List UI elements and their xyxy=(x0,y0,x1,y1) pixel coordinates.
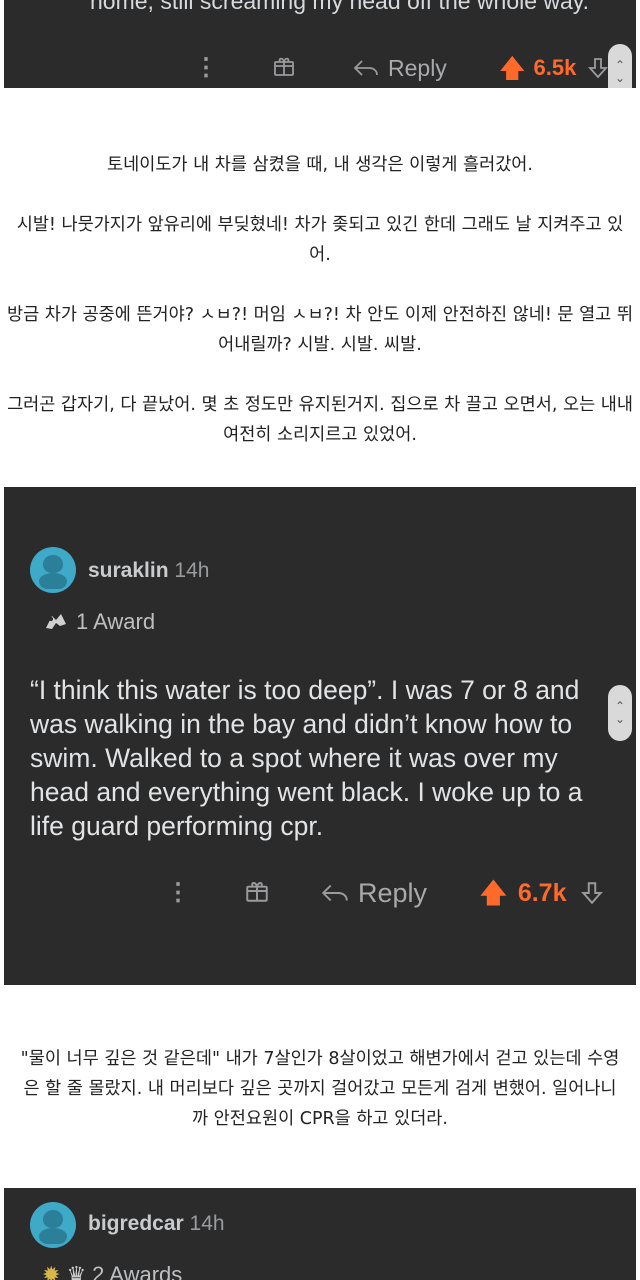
translation-paragraph: "물이 너무 깊은 것 같은데" 내가 7살인가 8살이었고 해변가에서 걷고 … xyxy=(20,1049,620,1129)
comment-author-line: suraklin 14h xyxy=(88,559,209,583)
upvote-arrow-icon[interactable]: 🡅 xyxy=(479,879,508,907)
comment-card-2: suraklin 14h 1 Award “I think this water… xyxy=(4,487,636,985)
award-row[interactable]: 1 Award xyxy=(42,609,155,635)
reply-button[interactable]: Reply xyxy=(320,878,427,909)
comment-card-1: home, still screaming my head off the wh… xyxy=(4,0,636,88)
translation-paragraph: 토네이도가 내 차를 삼켰을 때, 내 생각은 이렇게 흘러갔어. xyxy=(107,155,533,175)
comment-body: “I think this water is too deep”. I was … xyxy=(30,675,583,841)
comment-author-line: bigredcar 14h xyxy=(88,1212,225,1236)
upvote-arrow-icon[interactable]: 🡅 xyxy=(499,55,526,81)
reply-arrow-icon xyxy=(353,60,378,76)
award-icon: ♛ xyxy=(66,1262,87,1280)
vote-score: 6.7k xyxy=(517,878,567,907)
downvote-arrow-icon[interactable] xyxy=(586,56,610,80)
sun-award-icon: ✹ xyxy=(42,1262,61,1280)
scroll-handle[interactable]: ⌃ ⌄ xyxy=(608,44,632,88)
comment-action-bar: ⋮ Reply 🡅 6.5k xyxy=(194,52,634,84)
gift-award-icon[interactable] xyxy=(272,54,296,83)
gift-award-icon[interactable] xyxy=(244,878,270,909)
comment-action-bar: ⋮ Reply 🡅 6.7k xyxy=(166,875,626,911)
reply-arrow-icon xyxy=(321,884,348,902)
downvote-arrow-icon[interactable] xyxy=(579,880,605,906)
comment-text: home, still screaming my head off the wh… xyxy=(90,0,589,14)
translation-block-2: "물이 너무 깊은 것 같은데" 내가 7살인가 8살이었고 해변가에서 걷고 … xyxy=(0,1044,640,1164)
award-count: 2 Awards xyxy=(92,1262,183,1280)
reply-label: Reply xyxy=(358,877,428,908)
translation-paragraph: 방금 차가 공중에 뜬거야? ㅅㅂ?! 머임 ㅅㅂ?! 차 안도 이제 안전하진… xyxy=(7,305,633,355)
translation-paragraph: 시발! 나뭇가지가 앞유리에 부딪혔네! 차가 좆되고 있긴 한데 그래도 날 … xyxy=(16,215,624,265)
scroll-handle[interactable]: ⌃ ⌄ xyxy=(608,685,632,741)
translation-paragraph: 그러곤 갑자기, 다 끝났어. 몇 초 정도만 유지된거지. 집으로 차 끌고 … xyxy=(7,395,633,445)
translation-block-1: 토네이도가 내 차를 삼켰을 때, 내 생각은 이렇게 흘러갔어. 시발! 나뭇… xyxy=(0,150,640,480)
comment-time: 14h xyxy=(189,1212,225,1235)
more-options-icon[interactable]: ⋮ xyxy=(166,881,190,905)
award-icon xyxy=(46,614,66,629)
award-count: 1 Award xyxy=(76,609,156,634)
avatar[interactable] xyxy=(30,547,76,593)
reply-label: Reply xyxy=(388,54,447,81)
username[interactable]: bigredcar xyxy=(88,1212,184,1235)
comment-card-3: bigredcar 14h ✹ ♛ 2 Awards xyxy=(4,1188,636,1280)
vote-score: 6.5k xyxy=(533,55,577,80)
award-row[interactable]: ✹ ♛ 2 Awards xyxy=(42,1262,182,1280)
reply-button[interactable]: Reply xyxy=(352,55,447,82)
avatar[interactable] xyxy=(30,1202,76,1248)
comment-time: 14h xyxy=(174,559,210,582)
more-options-icon[interactable]: ⋮ xyxy=(194,56,218,80)
username[interactable]: suraklin xyxy=(88,559,169,582)
